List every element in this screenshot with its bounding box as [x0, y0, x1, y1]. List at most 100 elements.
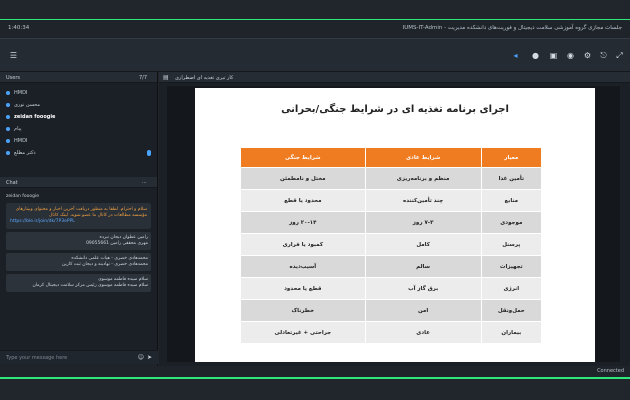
table-cell: بیماران — [480, 321, 543, 344]
user-name: دکتر مطلع — [14, 150, 36, 156]
table-row: موجودی ۷-۳ روز ۲۰-۱۴ روز — [240, 211, 543, 234]
chat-message-line: سلام سیده فاطمه موسوی رئیس مرکز سلامت دی… — [32, 283, 148, 288]
user-status-icon — [6, 115, 10, 119]
share-icon[interactable]: ◂ — [510, 50, 521, 61]
table-header: شرایط عادی — [364, 147, 482, 168]
chat-options-icon[interactable]: ⋯ — [142, 180, 147, 186]
presentation-header: ▤ کار تیری تغذیه ای اضطراری — [159, 72, 630, 83]
table-row: تأمین غذا منظم و برنامه‌ریزی مختل و نامطمئ… — [240, 167, 543, 190]
fullscreen-icon[interactable]: ⤢ — [614, 50, 625, 61]
chat-message: محمدهادی خضری - هیات علمی دانشکده محمدها… — [6, 253, 151, 271]
table-cell: امن — [364, 299, 482, 322]
window-title: جلسات مجازی گروه آموزشی سلامت دیجیتال و … — [402, 25, 622, 31]
comparison-table: معیار شرایط عادی شرایط جنگی تأمین غذا منظ… — [240, 147, 543, 344]
table-header: شرایط جنگی — [240, 147, 366, 168]
slide: اجرای برنامه تغذیه ای در شرایط جنگی/بحرا… — [195, 88, 595, 362]
table-cell: آسیب‌دیده — [240, 255, 366, 278]
users-title: Users — [6, 75, 21, 81]
user-name: HMDI — [14, 138, 28, 144]
table-cell: حمل‌ونقل — [480, 299, 543, 322]
chat-messages: zeidan fooogie سلام و احترام. لطفا به من… — [0, 188, 158, 364]
table-row: منابع چند تأمین‌کننده محدود یا قطع — [240, 189, 543, 212]
table-cell: خطرناک — [240, 299, 366, 322]
table-cell: قطع یا محدود — [240, 277, 366, 300]
presentation-title: کار تیری تغذیه ای اضطراری — [175, 75, 234, 81]
user-item[interactable]: دکتر مطلع — [6, 147, 151, 159]
table-cell: ۷-۳ روز — [364, 211, 482, 234]
table-cell: پرسنل — [480, 233, 543, 256]
connection-status: Connected — [597, 368, 624, 374]
chat-input[interactable]: Type your message here ☺ ➤ — [0, 350, 158, 364]
user-item[interactable]: HMDI — [6, 87, 151, 99]
table-cell: عادی — [364, 321, 482, 344]
settings-icon[interactable]: ⚙ — [582, 50, 593, 61]
user-item[interactable]: محسن نوری — [6, 99, 151, 111]
table-cell: انرژی — [480, 277, 543, 300]
table-cell: تأمین غذا — [480, 167, 543, 190]
users-list: HMDI محسن نوری zeidan fooogie پیام HMDI … — [0, 83, 157, 177]
app-window: 1:40:34 جلسات مجازی گروه آموزشی سلامت دی… — [0, 0, 630, 400]
chat-message-line: محمدهادی خضری - نهادینه و دیجان ثبت کاری… — [61, 262, 148, 267]
menu-icon[interactable]: ☰ — [8, 50, 19, 61]
user-item[interactable]: zeidan fooogie — [6, 111, 151, 123]
left-panel: Users 7/7 HMDI محسن نوری zeidan fooogie … — [0, 72, 158, 366]
presentation-area: ▤ کار تیری تغذیه ای اضطراری اجرای برنامه… — [159, 72, 630, 366]
user-name: zeidan fooogie — [14, 114, 56, 120]
table-cell: محدود یا قطع — [240, 189, 366, 212]
chat-link[interactable]: https://ble.ir/join/dk/7P3ePPL — [10, 219, 147, 225]
chat-title: Chat — [6, 180, 18, 186]
table-cell: سالم — [364, 255, 482, 278]
send-icon[interactable]: ➤ — [147, 354, 152, 361]
table-row: تجهیزات سالم آسیب‌دیده — [240, 255, 543, 278]
chat-message-text: سلام و احترام. لطفا به منظور دریافت آخری… — [15, 207, 147, 218]
session-timer: 1:40:34 — [8, 25, 30, 31]
mic-active-icon — [147, 150, 151, 156]
title-bar: 1:40:34 جلسات مجازی گروه آموزشی سلامت دی… — [0, 20, 630, 38]
table-row: حمل‌ونقل امن خطرناک — [240, 299, 543, 322]
table-cell: کامل — [364, 233, 482, 256]
table-cell: چند تأمین‌کننده — [364, 189, 482, 212]
table-header-row: معیار شرایط عادی شرایط جنگی — [240, 147, 543, 168]
table-row: پرسنل کامل کمبود یا فراری — [240, 233, 543, 256]
table-header: معیار — [480, 147, 543, 168]
mic-icon[interactable]: ● — [530, 50, 541, 61]
table-cell: ۲۰-۱۴ روز — [240, 211, 366, 234]
table-row: انرژی برق گاز آب قطع یا محدود — [240, 277, 543, 300]
user-name: HMDI — [14, 90, 28, 96]
table-cell: برق گاز آب — [364, 277, 482, 300]
users-count: 7/7 — [138, 75, 147, 81]
user-item[interactable]: پیام — [6, 123, 151, 135]
table-cell: کمبود یا فراری — [240, 233, 366, 256]
user-status-icon — [6, 91, 10, 95]
user-name: محسن نوری — [14, 102, 41, 108]
table-cell: موجودی — [480, 211, 543, 234]
chat-message: سلام و احترام. لطفا به منظور دریافت آخری… — [6, 203, 151, 229]
table-row: بیماران عادی جراحتی + غیرتعادلی — [240, 321, 543, 344]
table-cell: تجهیزات — [480, 255, 543, 278]
table-cell: جراحتی + غیرتعادلی — [240, 321, 366, 344]
emoji-icon[interactable]: ☺ — [138, 354, 144, 361]
user-name: پیام — [14, 126, 22, 132]
chat-message: رامین عطوان دیجان نبرده مهری محققی رامین… — [6, 232, 151, 250]
slide-title: اجرای برنامه تغذیه ای در شرایط جنگی/بحرا… — [281, 104, 509, 115]
exit-icon[interactable]: ⎋ — [598, 50, 609, 61]
table-cell: منابع — [480, 189, 543, 212]
table-cell: مختل و نامطمئن — [240, 167, 366, 190]
toolbar: ☰ ◂ ● ▣ ◉ ⚙ ⎋ ⤢ — [0, 38, 630, 72]
presentation-icon: ▤ — [163, 74, 169, 81]
chat-message: سلام سیده فاطمه موسوی سلام سیده فاطمه مو… — [6, 274, 151, 292]
status-bar: Connected — [0, 366, 630, 376]
chat-header: Chat ⋯ — [0, 177, 157, 188]
bottom-accent-line — [0, 377, 630, 379]
user-status-icon — [6, 127, 10, 131]
chat-input-placeholder: Type your message here — [6, 355, 68, 361]
user-item[interactable]: HMDI — [6, 135, 151, 147]
table-cell: منظم و برنامه‌ریزی — [364, 167, 482, 190]
users-header: Users 7/7 — [0, 72, 157, 83]
chat-message-line: مهری محققی رامین 09055661 — [86, 241, 148, 246]
chat-sender: zeidan fooogie — [6, 194, 39, 199]
record-icon[interactable]: ◉ — [565, 50, 576, 61]
user-status-icon — [6, 151, 10, 155]
user-status-icon — [6, 103, 10, 107]
camera-icon[interactable]: ▣ — [548, 50, 559, 61]
